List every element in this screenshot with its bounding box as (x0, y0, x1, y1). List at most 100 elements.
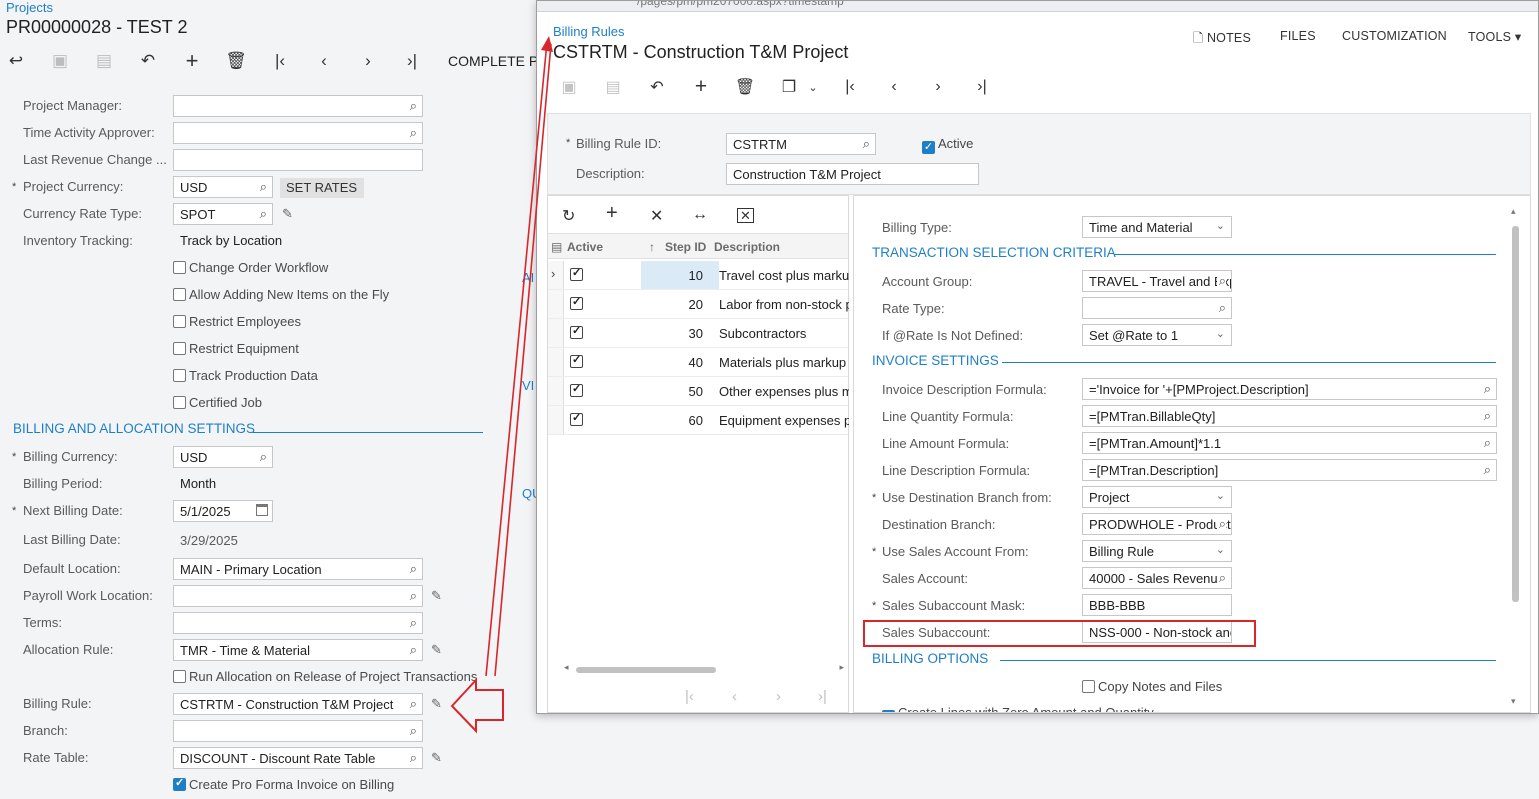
search-icon[interactable]: ⌕ (410, 696, 417, 712)
checkbox-icon[interactable] (173, 396, 186, 409)
scroll-down-icon[interactable]: ▾ (1511, 696, 1516, 707)
sales-account-input[interactable]: 40000 - Sales Revenue ⌕ (1082, 567, 1232, 589)
step-id-cell[interactable]: 30 (643, 326, 703, 341)
table-row[interactable]: 20 Labor from non-stock products (548, 290, 849, 319)
last-record-icon[interactable]: ›| (971, 76, 993, 98)
create-zero-lines-checkbox[interactable]: ✓Create Lines with Zero Amount and Quant… (882, 705, 1154, 712)
scroll-up-icon[interactable]: ▴ (1511, 206, 1516, 217)
vertical-scrollbar[interactable]: ▴ ▾ (1510, 206, 1520, 708)
search-icon[interactable]: ⌕ (1216, 516, 1226, 532)
first-record-icon[interactable]: |‹ (269, 50, 291, 72)
checkbox-checked-icon[interactable] (173, 776, 186, 791)
set-rates-button[interactable]: SET RATES (280, 178, 364, 198)
export-excel-icon[interactable]: ✕ (737, 208, 754, 223)
active-checkbox[interactable] (570, 411, 583, 426)
checkbox-checked-icon[interactable] (570, 266, 583, 281)
save-icon[interactable]: ▤ (602, 76, 624, 98)
active-checkbox[interactable] (570, 382, 583, 397)
customization-button[interactable]: CUSTOMIZATION (1342, 29, 1447, 43)
copy-notes-files-checkbox[interactable]: Copy Notes and Files (1082, 679, 1222, 694)
billing-rule-id-input[interactable]: CSTRTM ⌕ (726, 133, 876, 155)
checkbox-checked-icon[interactable] (570, 295, 583, 310)
description-input[interactable]: Construction T&M Project (726, 163, 979, 185)
search-icon[interactable]: ⌕ (410, 98, 417, 114)
search-icon[interactable]: ⌕ (1216, 273, 1226, 289)
save-close-icon[interactable]: ▣ (49, 50, 71, 72)
edit-icon[interactable]: ✎ (431, 642, 442, 658)
scroll-left-icon[interactable]: ◂ (564, 662, 569, 673)
search-icon[interactable]: ⌕ (410, 561, 417, 577)
tools-button[interactable]: TOOLS ▾ (1468, 29, 1521, 44)
step-id-cell[interactable]: 20 (643, 297, 703, 312)
certified-job-checkbox[interactable]: Certified Job (173, 395, 262, 410)
track-production-data-checkbox[interactable]: Track Production Data (173, 368, 318, 383)
edit-icon[interactable]: ✎ (431, 696, 442, 712)
checkbox-checked-icon[interactable]: ✓ (922, 141, 935, 154)
first-record-icon[interactable]: |‹ (839, 76, 861, 98)
rate-table-input[interactable]: DISCOUNT - Discount Rate Table ⌕ (173, 747, 423, 769)
search-icon[interactable]: ⌕ (410, 750, 417, 766)
previous-record-icon[interactable]: ‹ (313, 50, 335, 72)
checkbox-checked-icon[interactable] (570, 411, 583, 426)
sales-subaccount-mask-input[interactable]: BBB-BBB (1082, 594, 1232, 616)
scrollbar-thumb[interactable] (1512, 226, 1519, 602)
add-icon[interactable]: + (181, 48, 203, 73)
step-id-cell[interactable]: 40 (643, 355, 703, 370)
previous-page-icon[interactable]: ‹ (732, 688, 737, 705)
edit-icon[interactable]: ✎ (282, 206, 293, 222)
create-pro-forma-checkbox[interactable]: Create Pro Forma Invoice on Billing (173, 776, 394, 792)
column-header-step-id[interactable]: Step ID (665, 240, 706, 254)
row-selector[interactable] (548, 348, 564, 376)
active-checkbox[interactable] (570, 353, 583, 368)
previous-record-icon[interactable]: ‹ (883, 76, 905, 98)
search-icon[interactable]: ⌕ (260, 449, 267, 465)
next-billing-date-input[interactable]: 5/1/2025 (173, 500, 273, 522)
last-revenue-change-input[interactable] (173, 149, 423, 171)
description-cell[interactable]: Equipment expenses plus markup (719, 413, 849, 428)
row-selector[interactable] (548, 406, 564, 434)
billing-period-value[interactable]: Month (180, 476, 216, 491)
terms-input[interactable]: ⌕ (173, 612, 423, 634)
checkbox-checked-icon[interactable] (570, 382, 583, 397)
allocation-rule-input[interactable]: TMR - Time & Material ⌕ (173, 639, 423, 661)
row-selector[interactable]: › (548, 261, 564, 289)
fit-columns-icon[interactable]: ↔ (692, 206, 708, 224)
undo-icon[interactable]: ↶ (137, 50, 159, 72)
search-icon[interactable]: ⌕ (260, 179, 267, 195)
popup-breadcrumb[interactable]: Billing Rules (553, 24, 625, 39)
active-checkbox[interactable]: ✓ Active (922, 136, 973, 154)
line-amount-formula-input[interactable]: =[PMTran.Amount]*1.1 ⌕ (1082, 432, 1497, 454)
search-icon[interactable]: ⌕ (1216, 570, 1226, 586)
edit-icon[interactable]: ✎ (431, 588, 442, 604)
search-icon[interactable]: ⌕ (1481, 381, 1491, 397)
search-icon[interactable]: ⌕ (1481, 435, 1491, 451)
description-cell[interactable]: Other expenses plus markup (719, 384, 849, 399)
description-cell[interactable]: Travel cost plus markup (719, 268, 849, 283)
table-row[interactable]: 50 Other expenses plus markup (548, 377, 849, 406)
last-record-icon[interactable]: ›| (401, 50, 423, 72)
if-rate-not-defined-select[interactable]: Set @Rate to 1 ⌄ (1082, 324, 1232, 346)
search-icon[interactable]: ⌕ (410, 125, 417, 141)
active-checkbox[interactable] (570, 324, 583, 339)
inventory-tracking-value[interactable]: Track by Location (180, 233, 282, 248)
change-order-workflow-checkbox[interactable]: Change Order Workflow (173, 260, 328, 275)
next-record-icon[interactable]: › (927, 76, 949, 98)
table-row[interactable]: › 10 Travel cost plus markup (548, 261, 849, 290)
search-icon[interactable]: ⌕ (1481, 408, 1491, 424)
default-location-input[interactable]: MAIN - Primary Location ⌕ (173, 558, 423, 580)
files-button[interactable]: FILES (1280, 29, 1316, 43)
account-group-input[interactable]: TRAVEL - Travel and Expenses⌕ (1082, 270, 1232, 292)
table-row[interactable]: 40 Materials plus markup (548, 348, 848, 377)
next-record-icon[interactable]: › (357, 50, 379, 72)
horizontal-scrollbar[interactable]: ◂ ▸ (564, 662, 844, 675)
invoice-description-formula-input[interactable]: ='Invoice for '+[PMProject.Description] ⌕ (1082, 378, 1497, 400)
checkbox-icon[interactable] (173, 369, 186, 382)
next-page-icon[interactable]: › (776, 688, 781, 705)
undo-icon[interactable]: ↶ (646, 76, 668, 98)
use-sales-account-from-select[interactable]: Billing Rule ⌄ (1082, 540, 1232, 562)
delete-row-icon[interactable]: ✕ (650, 206, 663, 226)
restrict-employees-checkbox[interactable]: Restrict Employees (173, 314, 301, 329)
last-page-icon[interactable]: ›| (818, 688, 827, 705)
save-close-icon[interactable]: ▣ (558, 76, 580, 98)
billing-rule-input[interactable]: CSTRTM - Construction T&M Project ⌕ (173, 693, 423, 715)
